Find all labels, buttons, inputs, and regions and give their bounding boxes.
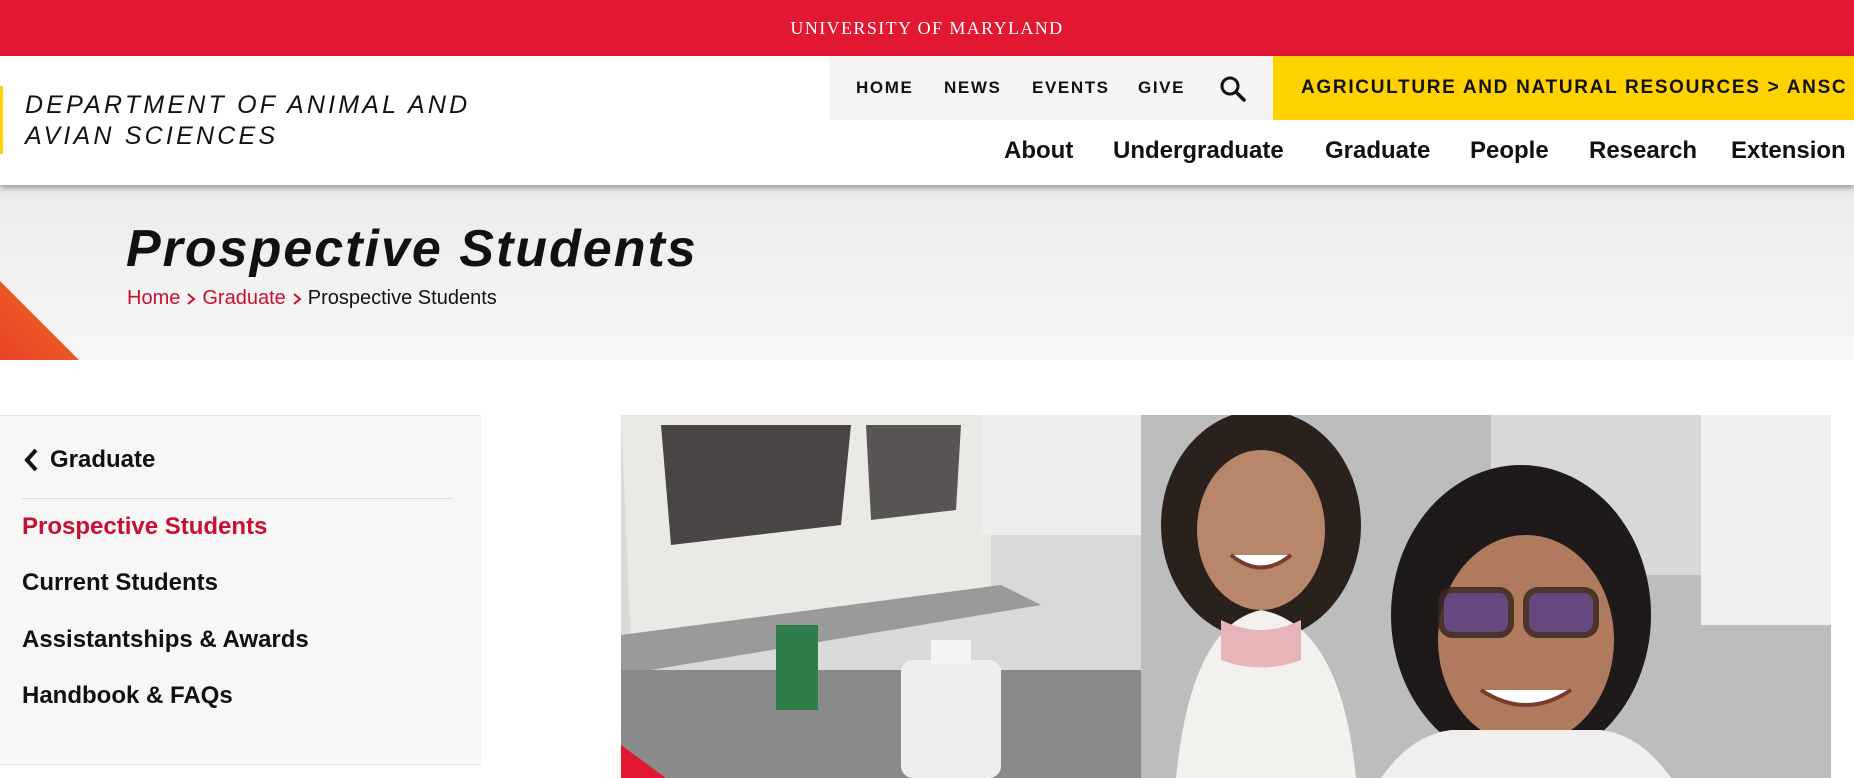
department-name-line1: DEPARTMENT OF ANIMAL AND xyxy=(25,91,471,119)
utility-nav: HOME NEWS EVENTS GIVE xyxy=(829,56,1273,120)
page-title: Prospective Students xyxy=(126,220,698,278)
search-button[interactable] xyxy=(1218,74,1248,104)
chevron-right-icon xyxy=(187,292,196,305)
sidebar-item-handbook-faqs[interactable]: Handbook & FAQs xyxy=(22,682,233,710)
students-lab-photo xyxy=(621,415,1831,778)
utility-link-home[interactable]: HOME xyxy=(856,78,913,98)
breadcrumb-graduate[interactable]: Graduate xyxy=(202,287,285,310)
breadcrumb-current: Prospective Students xyxy=(307,287,497,309)
nav-people[interactable]: People xyxy=(1470,137,1549,165)
nav-research[interactable]: Research xyxy=(1589,137,1697,165)
nav-graduate[interactable]: Graduate xyxy=(1325,137,1430,165)
chevron-left-icon xyxy=(24,448,38,472)
nav-undergraduate[interactable]: Undergraduate xyxy=(1113,137,1284,165)
section-sidebar: Graduate Prospective Students Current St… xyxy=(0,415,481,765)
utility-link-give[interactable]: GIVE xyxy=(1138,78,1185,98)
nav-extension[interactable]: Extension xyxy=(1731,137,1846,165)
nav-about[interactable]: About xyxy=(1004,137,1073,165)
chevron-right-icon xyxy=(293,292,302,305)
department-name-link[interactable]: DEPARTMENT OF ANIMAL AND AVIAN SCIENCES xyxy=(25,90,485,152)
utility-link-events[interactable]: EVENTS xyxy=(1032,78,1110,98)
page-hero: Prospective Students Home Graduate Prosp… xyxy=(0,185,1854,360)
decorative-triangle xyxy=(0,281,79,360)
sidebar-divider xyxy=(22,498,453,499)
breadcrumb-home[interactable]: Home xyxy=(127,287,180,310)
sidebar-back-label: Graduate xyxy=(50,446,156,473)
search-icon xyxy=(1220,76,1246,102)
university-of-maryland-link[interactable]: UNIVERSITY OF MARYLAND xyxy=(790,18,1063,39)
sidebar-item-assistantships-awards[interactable]: Assistantships & Awards xyxy=(22,626,309,654)
sidebar-item-prospective-students[interactable]: Prospective Students xyxy=(22,513,267,541)
breadcrumb: Home Graduate Prospective Students xyxy=(127,287,497,310)
dept-accent-bar xyxy=(0,86,3,154)
department-name-line2: AVIAN SCIENCES xyxy=(25,122,279,150)
university-bar: UNIVERSITY OF MARYLAND xyxy=(0,0,1854,56)
sidebar-back-link[interactable]: Graduate xyxy=(22,446,155,474)
college-link[interactable]: AGRICULTURE AND NATURAL RESOURCES > ANSC xyxy=(1273,56,1854,120)
sidebar-item-current-students[interactable]: Current Students xyxy=(22,569,218,597)
utility-link-news[interactable]: NEWS xyxy=(944,78,1001,98)
college-link-label: AGRICULTURE AND NATURAL RESOURCES > ANSC xyxy=(1301,77,1848,98)
site-header: DEPARTMENT OF ANIMAL AND AVIAN SCIENCES … xyxy=(0,56,1854,185)
